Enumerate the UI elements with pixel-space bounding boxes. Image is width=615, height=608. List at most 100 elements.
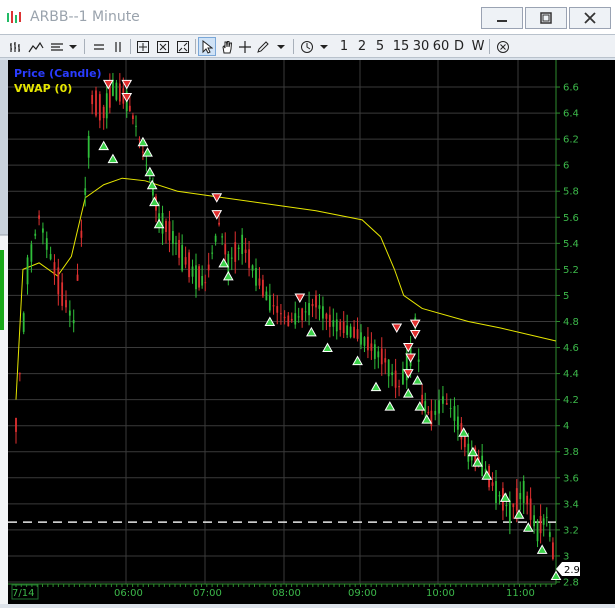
y-axis-label: 6.6: [563, 83, 579, 94]
candle-body: [417, 359, 420, 362]
candle-body: [181, 245, 184, 271]
candle-body: [304, 311, 307, 313]
candle-body: [373, 344, 376, 359]
maximize-button[interactable]: [525, 7, 567, 29]
bar-chart-icon[interactable]: [6, 37, 24, 56]
interval-15[interactable]: 15: [392, 37, 410, 56]
zoom-in-icon[interactable]: [154, 37, 172, 56]
close-icon: [584, 12, 596, 24]
candle-body: [18, 373, 21, 375]
candle-body: [542, 518, 545, 525]
y-axis-label: 4.6: [563, 343, 579, 354]
dropdown-arrow-icon[interactable]: [317, 37, 331, 56]
candle-body: [442, 396, 444, 404]
candle-body: [201, 275, 204, 286]
interval-5[interactable]: 5: [374, 37, 386, 56]
legend-entry: Price (Candle): [14, 67, 102, 80]
clock-icon[interactable]: [298, 37, 316, 56]
candle-body: [545, 516, 548, 518]
toolbar-separator: [84, 39, 85, 54]
candle-body: [297, 316, 300, 318]
candle-body: [294, 313, 297, 325]
candle-body: [188, 252, 190, 278]
candle-body: [26, 257, 29, 285]
candle-body: [224, 244, 227, 255]
candle-body: [421, 394, 424, 404]
interval-1[interactable]: 1: [338, 37, 350, 56]
candle-body: [367, 336, 369, 351]
candle-body: [402, 368, 404, 385]
candle-body: [377, 351, 380, 358]
dropdown-arrow-icon[interactable]: [274, 37, 288, 56]
candle-body: [533, 515, 535, 527]
candle-body: [98, 94, 101, 121]
hand-icon[interactable]: [218, 37, 236, 56]
crosshair-icon[interactable]: [134, 37, 152, 56]
close-button[interactable]: [569, 7, 611, 29]
candle-body: [142, 151, 144, 153]
candle-body: [287, 315, 290, 327]
candle-body: [463, 435, 466, 448]
minimize-button[interactable]: [481, 7, 523, 29]
price-chart[interactable]: 6.6 6.4 6.2 6 5.8 5.6 5.4 5.2 5 4.8 4.6 4.4 4.2 4 3.8 3…: [8, 60, 615, 604]
y-axis-label: 6: [563, 161, 569, 172]
mountain-chart-icon[interactable]: [27, 37, 45, 56]
candle-body: [346, 325, 349, 335]
interval-week[interactable]: W: [470, 37, 486, 56]
vertical-line-icon[interactable]: [110, 37, 126, 56]
candle-body: [165, 220, 167, 232]
candle-body: [195, 265, 197, 290]
candle-body: [491, 482, 494, 486]
interval-2[interactable]: 2: [356, 37, 368, 56]
candle-body: [438, 400, 440, 414]
candle-body: [356, 329, 359, 339]
candle-body: [394, 370, 397, 388]
candle-body: [49, 254, 52, 260]
interval-day[interactable]: D: [452, 37, 466, 56]
candle-body: [234, 242, 237, 262]
candle-body: [380, 348, 383, 365]
title-bar[interactable]: ARBB--1 Minute: [0, 0, 615, 34]
candle-body: [95, 90, 97, 116]
candle-body: [57, 267, 60, 295]
candle-body: [204, 282, 207, 284]
candle-body: [536, 520, 539, 542]
crosshair-plus-icon[interactable]: [237, 37, 253, 56]
horizontal-line-icon[interactable]: [91, 37, 107, 56]
candle-body: [132, 115, 134, 120]
candle-body: [363, 337, 366, 346]
chart-canvas[interactable]: 6.6 6.4 6.2 6 5.8 5.6 5.4 5.2 5 4.8 4.6 4.4 4.2 4 3.8 3…: [8, 60, 615, 604]
candle-body: [221, 236, 224, 238]
interval-60[interactable]: 60: [432, 37, 450, 56]
chart-toolbar: 1 2 5 15 30 60 D W: [0, 34, 615, 58]
candle-body: [526, 495, 529, 505]
candle-body: [265, 291, 268, 301]
candle-body: [280, 313, 282, 315]
candle-body: [519, 492, 522, 500]
y-axis-label: 3.4: [563, 499, 579, 510]
toolbar-separator: [195, 39, 196, 54]
candle-body: [161, 212, 164, 234]
zoom-fit-icon[interactable]: [174, 37, 192, 56]
candle-body: [87, 135, 90, 158]
indicator-icon[interactable]: [48, 37, 66, 56]
candle-body: [335, 319, 338, 332]
dropdown-arrow-icon[interactable]: [66, 37, 80, 56]
y-axis-label: 6.4: [563, 109, 579, 120]
candle-body: [45, 238, 48, 250]
candle-body: [145, 164, 148, 166]
candle-body: [68, 310, 71, 316]
interval-30[interactable]: 30: [412, 37, 430, 56]
pointer-icon[interactable]: [198, 37, 216, 56]
x-axis-label: 06:00: [114, 588, 143, 599]
candle-body: [53, 262, 56, 276]
candle-body: [118, 83, 121, 102]
candle-body: [467, 443, 470, 462]
candle-body: [512, 503, 515, 508]
candle-body: [370, 343, 373, 351]
toolbar-separator: [130, 39, 131, 54]
candle-body: [283, 316, 286, 319]
close-circle-icon[interactable]: [494, 37, 512, 56]
pen-icon[interactable]: [255, 37, 271, 56]
last-price-label: 2.9: [564, 565, 580, 576]
